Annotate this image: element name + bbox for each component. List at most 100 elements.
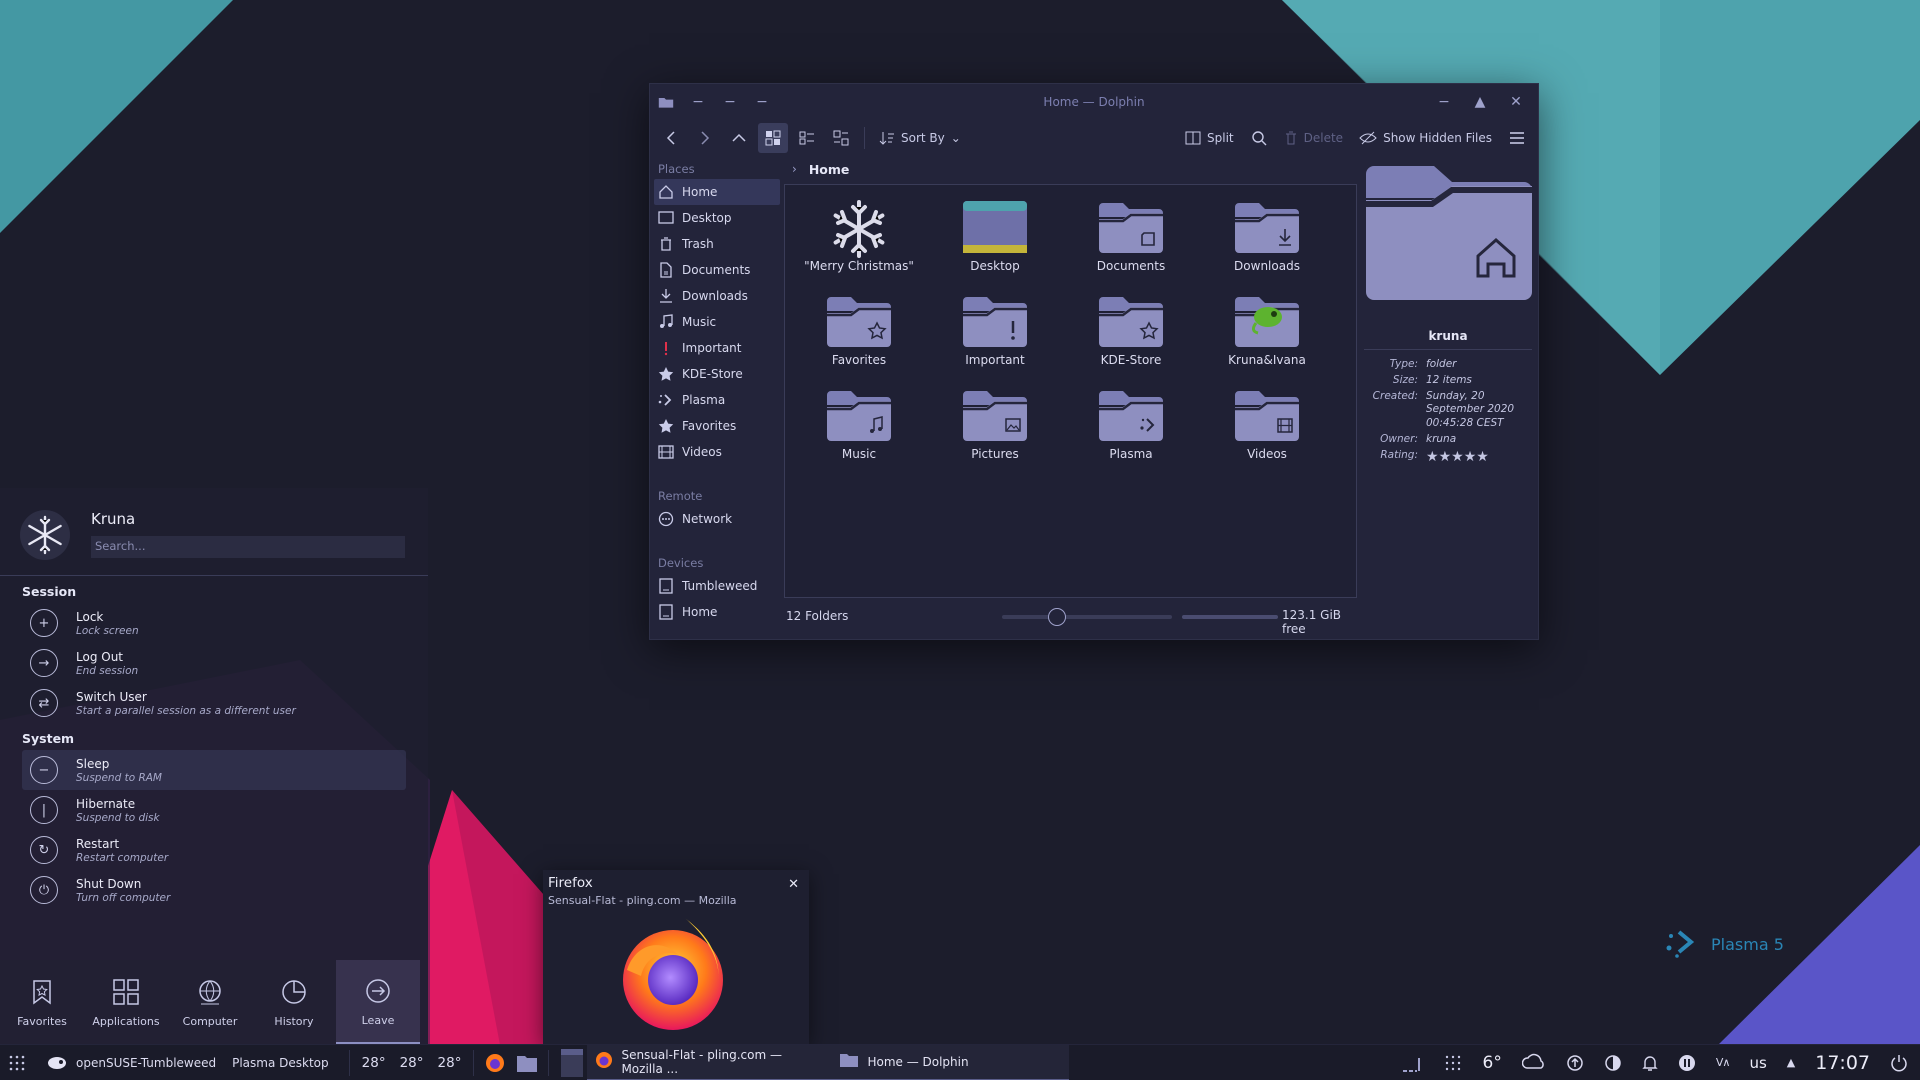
close-button[interactable]: ✕: [1508, 94, 1524, 110]
avatar[interactable]: [20, 510, 70, 560]
launcher-tab-history[interactable]: History: [252, 960, 336, 1044]
media-pause-icon[interactable]: [1678, 1054, 1696, 1072]
zoom-slider-track[interactable]: [1002, 615, 1172, 619]
leave-item-switch-user[interactable]: ⇄ Switch User Start a parallel session as …: [22, 683, 406, 723]
launcher-tab-leave[interactable]: Leave: [336, 960, 420, 1044]
place-item-videos[interactable]: Videos: [654, 439, 780, 465]
place-item-desktop[interactable]: Desktop: [654, 205, 780, 231]
place-item-downloads[interactable]: Downloads: [654, 283, 780, 309]
grid-dots-icon[interactable]: [1443, 1053, 1463, 1073]
file-item[interactable]: Desktop: [927, 193, 1063, 287]
vpn-indicator-icon[interactable]: V∧: [1716, 1056, 1731, 1069]
rating-star-icon[interactable]: ★: [1439, 449, 1452, 465]
dolphin-launcher-icon[interactable]: [516, 1053, 538, 1073]
place-item-favorites[interactable]: Favorites: [654, 413, 780, 439]
rating-star-icon[interactable]: ★: [1451, 449, 1464, 465]
hamburger-menu-button[interactable]: [1502, 123, 1532, 153]
place-item-music[interactable]: Music: [654, 309, 780, 335]
breadcrumb-home[interactable]: Home: [809, 162, 850, 177]
network-activity-icon[interactable]: [1401, 1054, 1423, 1072]
place-item-plasma[interactable]: Plasma: [654, 387, 780, 413]
file-item[interactable]: "Merry Christmas": [791, 193, 927, 287]
rating-star-icon[interactable]: ★: [1476, 449, 1489, 465]
window-menu-icon[interactable]: [658, 94, 674, 110]
cpu-temperature[interactable]: 28°: [438, 1055, 462, 1071]
details-view-button[interactable]: [826, 123, 856, 153]
file-item[interactable]: Videos: [1199, 381, 1335, 475]
remote-item-network[interactable]: Network: [654, 506, 780, 532]
place-item-trash[interactable]: Trash: [654, 231, 780, 257]
weather-cloud-icon[interactable]: [1521, 1053, 1546, 1073]
launcher-tab-applications[interactable]: Applications: [84, 960, 168, 1044]
rating-star-icon[interactable]: ★: [1426, 449, 1439, 465]
leave-item-lock[interactable]: + Lock Lock screen: [22, 603, 406, 643]
desktop-pager[interactable]: [557, 1045, 587, 1080]
file-item[interactable]: Favorites: [791, 287, 927, 381]
forward-button[interactable]: [690, 123, 720, 153]
firefox-task-preview[interactable]: Firefox Sensual-Flat - pling.com — Mozil…: [543, 870, 809, 1044]
back-button[interactable]: [656, 123, 686, 153]
file-item[interactable]: Documents: [1063, 193, 1199, 287]
titlebar-dash-icon-3[interactable]: −: [754, 94, 770, 110]
file-item[interactable]: Music: [791, 381, 927, 475]
task-dolphin[interactable]: Home — Dolphin: [831, 1044, 1070, 1080]
temperature-monitors[interactable]: 28° 28° 28°: [358, 1045, 466, 1080]
launcher-tab-computer[interactable]: Computer: [168, 960, 252, 1044]
search-button[interactable]: [1244, 123, 1274, 153]
rating-star-icon[interactable]: ★: [1464, 449, 1477, 465]
up-button[interactable]: [724, 123, 754, 153]
titlebar-dash-icon-1[interactable]: −: [690, 94, 706, 110]
file-item[interactable]: Pictures: [927, 381, 1063, 475]
updates-icon[interactable]: [1566, 1054, 1584, 1072]
leave-item-sleep[interactable]: − Sleep Suspend to RAM: [22, 750, 406, 790]
leave-item-shut-down[interactable]: ⏻ Shut Down Turn off computer: [22, 870, 406, 910]
cpu-temperature[interactable]: 28°: [362, 1055, 386, 1071]
titlebar-dash-icon-2[interactable]: −: [722, 94, 738, 110]
file-item[interactable]: Kruna&Ivana: [1199, 287, 1335, 381]
firefox-launcher-icon[interactable]: [484, 1052, 506, 1074]
leave-item-restart[interactable]: ↻ Restart Restart computer: [22, 830, 406, 870]
compact-view-button[interactable]: [792, 123, 822, 153]
cpu-temperature[interactable]: 28°: [400, 1055, 424, 1071]
pager-desktop-1[interactable]: [561, 1048, 584, 1077]
show-hidden-files-button[interactable]: Show Hidden Files: [1353, 123, 1498, 153]
night-color-icon[interactable]: [1604, 1054, 1622, 1072]
file-item[interactable]: KDE-Store: [1063, 287, 1199, 381]
desktop-label[interactable]: Plasma Desktop: [220, 1045, 341, 1080]
device-item-home[interactable]: Home: [654, 599, 780, 625]
place-item-important[interactable]: Important: [654, 335, 780, 361]
task-firefox[interactable]: Sensual-Flat - pling.com — Mozilla ...: [587, 1044, 832, 1080]
file-item[interactable]: Downloads: [1199, 193, 1335, 287]
device-item-tumbleweed[interactable]: Tumbleweed: [654, 573, 780, 599]
rating-stars[interactable]: ★★★★★: [1426, 449, 1532, 467]
icons-view-button[interactable]: [758, 123, 788, 153]
file-view[interactable]: "Merry Christmas" Desktop Documents Down…: [784, 184, 1357, 598]
launcher-tab-favorites[interactable]: Favorites: [0, 960, 84, 1044]
close-icon[interactable]: ✕: [788, 877, 799, 892]
split-button[interactable]: Split: [1179, 123, 1240, 153]
keyboard-layout[interactable]: us: [1749, 1054, 1766, 1072]
maximize-button[interactable]: ▲: [1472, 94, 1488, 110]
file-item[interactable]: Plasma: [1063, 381, 1199, 475]
leave-item-hibernate[interactable]: | Hibernate Suspend to disk: [22, 790, 406, 830]
leave-item-log-out[interactable]: → Log Out End session: [22, 643, 406, 683]
sort-by-button[interactable]: Sort By ⌄: [873, 123, 967, 153]
file-item[interactable]: Important: [927, 287, 1063, 381]
place-item-kde-store[interactable]: KDE-Store: [654, 361, 780, 387]
place-item-documents[interactable]: Documents: [654, 257, 780, 283]
distro-label-item[interactable]: openSUSE-Tumbleweed: [34, 1045, 220, 1080]
search-input[interactable]: Search...: [91, 536, 405, 558]
digital-clock[interactable]: 17:07: [1815, 1052, 1870, 1074]
dolphin-window[interactable]: − − − Home — Dolphin − ▲ ✕ Sort By ⌄ Spl…: [649, 83, 1539, 640]
tray-expand-icon[interactable]: ▲: [1787, 1056, 1795, 1069]
zoom-slider-handle[interactable]: [1048, 608, 1066, 626]
power-icon[interactable]: [1890, 1054, 1908, 1072]
chevron-right-icon[interactable]: ›: [792, 162, 797, 176]
minimize-button[interactable]: −: [1436, 94, 1452, 110]
weather-temperature[interactable]: 6°: [1483, 1053, 1502, 1073]
window-titlebar[interactable]: − − − Home — Dolphin − ▲ ✕: [650, 84, 1538, 120]
notifications-bell-icon[interactable]: [1642, 1054, 1658, 1072]
app-launcher-button[interactable]: [0, 1045, 34, 1080]
delete-button[interactable]: Delete: [1278, 123, 1349, 153]
place-item-home[interactable]: Home: [654, 179, 780, 205]
